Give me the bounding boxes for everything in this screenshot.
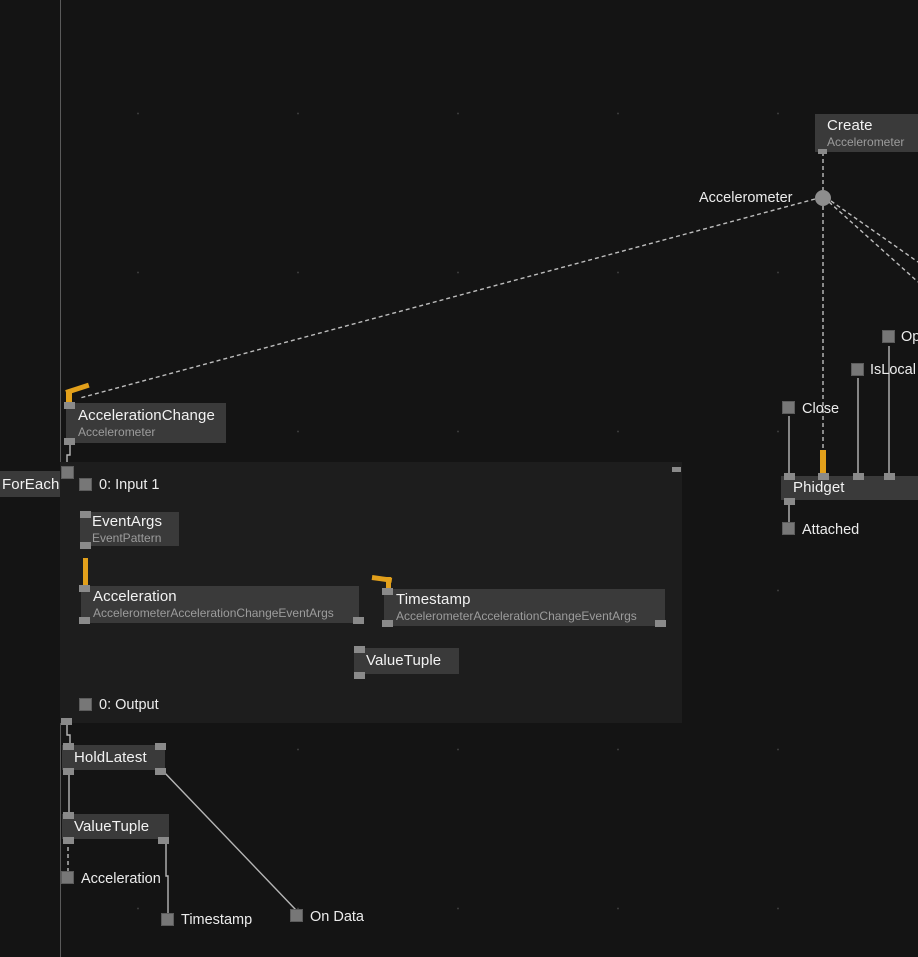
attached-port[interactable] [782,522,795,535]
wire-valuetuple-outer-to-timestamp [165,840,169,913]
valuetuple-outer-input-port[interactable] [63,812,74,819]
hold-latest-output-port[interactable] [63,768,74,775]
node-acceleration-member[interactable]: Acceleration AccelerometerAccelerationCh… [81,586,359,623]
event-args-output-port[interactable] [80,542,91,549]
acceleration-change-input-port[interactable] [64,402,75,409]
acceleration-change-output-port[interactable] [64,438,75,445]
hold-latest-top-right-port[interactable] [155,743,166,750]
islocal-label: IsLocal [870,362,916,378]
open-port[interactable] [882,330,895,343]
foreach-group-input-port[interactable] [61,466,74,479]
accelerometer-reference-dot[interactable] [815,190,831,206]
accelerometer-reference-label: Accelerometer [699,190,793,206]
wire-ref-to-acceleration-change [79,198,816,399]
phidget-input-port-0[interactable] [784,473,795,480]
close-label: Close [802,401,840,417]
node-hold-latest[interactable]: HoldLatest [62,745,165,770]
node-valuetuple-inner[interactable]: ValueTuple [354,648,459,674]
node-valuetuple-outer[interactable]: ValueTuple [62,814,169,839]
on-data-port[interactable] [290,909,303,922]
timestamp-output-port[interactable] [161,913,174,926]
timestamp-output-label: Timestamp [181,912,253,928]
valuetuple-outer-output-port[interactable] [63,837,74,844]
input-1-label: 0: Input 1 [99,477,160,493]
wire-ref-to-open [830,200,918,263]
foreach-group-corner-handle[interactable] [672,467,681,472]
acceleration-output-port[interactable] [61,871,74,884]
acceleration-member-left-bottom-port[interactable] [79,617,90,624]
phidget-input-port-3[interactable] [884,473,895,480]
islocal-port[interactable] [851,363,864,376]
node-graph-canvas[interactable]: ForEach Create Accelerometer Acceleromet… [0,0,918,957]
node-create-accelerometer[interactable]: Create Accelerometer [815,114,918,152]
acceleration-member-highlight-wire [83,558,88,586]
event-args-input-port[interactable] [80,511,91,518]
input-1-port[interactable] [79,478,92,491]
hold-latest-bottom-right-port[interactable] [155,768,166,775]
open-label: Op [901,329,918,345]
valuetuple-inner-output-port[interactable] [354,672,365,679]
acceleration-member-output-port[interactable] [353,617,364,624]
foreach-group-output-port[interactable] [61,718,72,725]
on-data-label: On Data [310,909,364,925]
foreach-group-label[interactable]: ForEach [0,471,60,497]
phidget-input-port-1[interactable] [818,473,829,480]
node-event-args[interactable]: EventArgs EventPattern [80,512,179,546]
attached-label: Attached [802,522,860,538]
close-port[interactable] [782,401,795,414]
timestamp-member-input-port[interactable] [382,588,393,595]
wire-holdlatest-to-ondata [162,770,297,911]
node-timestamp-member[interactable]: Timestamp AccelerometerAccelerationChang… [384,589,665,626]
wire-ref-to-islocal [828,201,918,283]
output-0-label: 0: Output [99,697,159,713]
phidget-input-port-2[interactable] [853,473,864,480]
create-output-port[interactable] [818,149,827,154]
phidget-output-port[interactable] [784,498,795,505]
acceleration-output-label: Acceleration [81,871,161,887]
valuetuple-inner-input-port[interactable] [354,646,365,653]
timestamp-member-left-bottom-port[interactable] [382,620,393,627]
output-0-port[interactable] [79,698,92,711]
hold-latest-input-port[interactable] [63,743,74,750]
valuetuple-outer-bottom-right-port[interactable] [158,837,169,844]
acceleration-member-input-port[interactable] [79,585,90,592]
node-acceleration-change[interactable]: AccelerationChange Accelerometer [66,403,226,443]
node-phidget[interactable]: Phidget [781,476,918,500]
timestamp-member-output-port[interactable] [655,620,666,627]
